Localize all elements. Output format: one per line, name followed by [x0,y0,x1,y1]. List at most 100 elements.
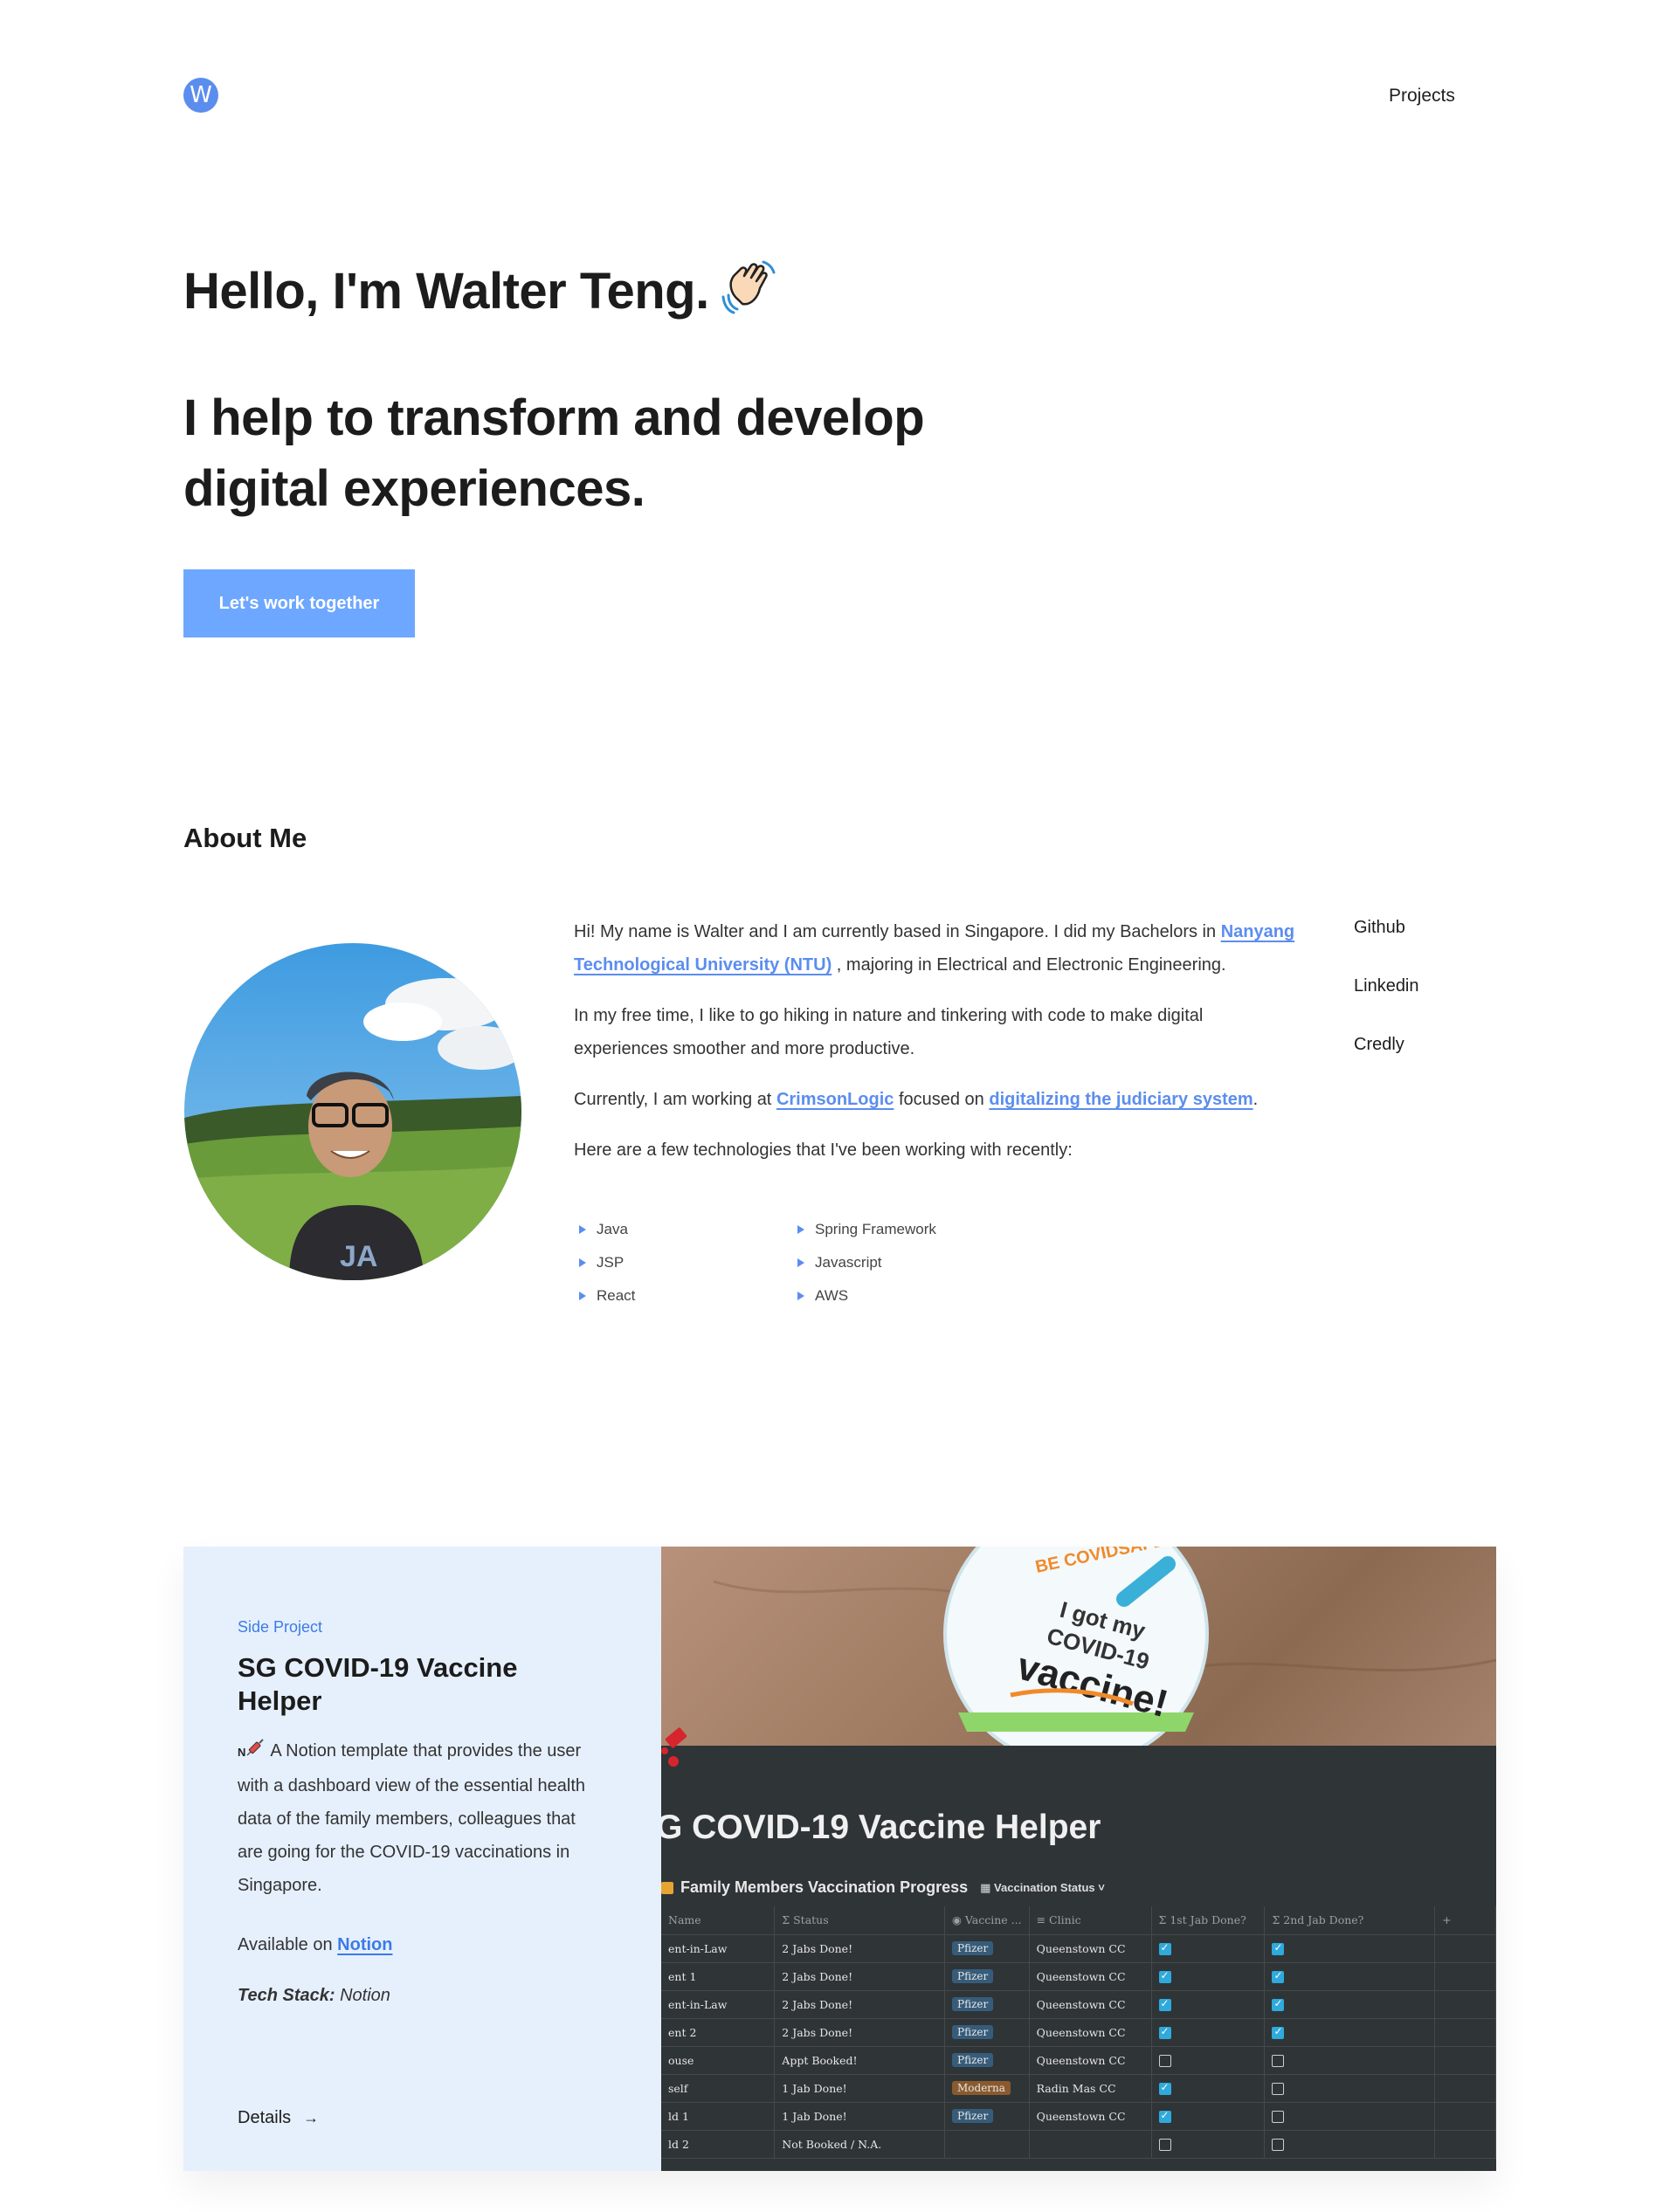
nav-projects-link[interactable]: Projects [1389,86,1455,107]
column-header: Name [661,1906,776,1935]
cell-jab2 [1264,2046,1436,2075]
cell-empty [1434,2102,1496,2131]
site-logo[interactable]: W [183,78,218,113]
cell-empty [1434,2130,1496,2159]
second-jab-checkbox[interactable] [1272,2054,1285,2067]
notion-link[interactable]: Notion [337,1935,392,1954]
project-label: Side Project [238,1618,323,1636]
notion-page-preview: G COVID-19 Vaccine Helper Family Members… [661,1727,1496,2171]
project-tech-stack: Tech Stack: Notion [238,1986,390,2006]
list-item: React [574,1284,792,1308]
first-jab-checkbox[interactable] [1158,2054,1171,2067]
about-p3-text: Currently, I am working at [574,1090,776,1109]
table-header-row: Name Σ Status ◉ Vaccine ... ≡ Clinic Σ 1… [661,1906,1496,1935]
about-p3-text-end: . [1253,1090,1259,1109]
linkedin-link[interactable]: Linkedin [1354,975,1419,996]
tech-label: React [597,1287,636,1304]
crimsonlogic-link[interactable]: CrimsonLogic [776,1090,894,1109]
cell-clinic: Queenstown CC [1029,1934,1152,1963]
cell-name: ld 2 [661,2130,776,2159]
cell-jab2 [1264,2018,1436,2047]
about-p1-text: Hi! My name is Walter and I am currently… [574,922,1221,941]
notion-table: Name Σ Status ◉ Vaccine ... ≡ Clinic Σ 1… [661,1906,1496,2159]
table-row: ld 11 Jab Done! Pfizer Queenstown CC [661,2102,1496,2131]
second-jab-checkbox[interactable] [1272,2110,1285,2123]
availability-text: Available on [238,1935,338,1954]
about-paragraph-2: In my free time, I like to go hiking in … [574,1006,1204,1058]
vaccine-badge-photo: BE COVIDSAFE I got my COVID-19 vaccine! [661,1547,1496,1746]
first-jab-checkbox[interactable] [1158,2138,1171,2151]
notion-page-title: G COVID-19 Vaccine Helper [661,1809,1101,1846]
table-row: ent-in-Law 2 Jabs Done! Pfizer Queenstown C… [661,1990,1496,2019]
column-header-text: 1st Jab Done? [1170,1913,1246,1927]
judiciary-link[interactable]: digitalizing the judiciary system [989,1090,1253,1109]
cell-empty [1434,2046,1496,2075]
tech-label: JSP [597,1254,625,1271]
cell-clinic [1029,2130,1152,2159]
cell-status: Appt Booked! [774,2046,946,2075]
second-jab-checkbox[interactable] [1272,1941,1285,1955]
triangle-bullet-icon [579,1225,586,1234]
project-description: NA Notion template that provides the use… [238,1734,604,1902]
vaccine-tag: Pfizer [952,1997,994,2011]
project-availability: Available on Notion [238,1935,392,1955]
cell-vaccine: Pfizer [944,1934,1030,1963]
vaccine-tag: Pfizer [952,1969,994,1983]
triangle-bullet-icon [797,1225,804,1234]
table-row: self 1 Jab Done! Moderna Radin Mas CC [661,2074,1496,2103]
cell-jab1 [1151,2102,1266,2131]
column-header-text: Vaccine ... [964,1913,1022,1927]
second-jab-checkbox[interactable] [1272,2138,1285,2151]
cell-clinic: Queenstown CC [1029,2102,1152,2131]
vaccine-tag: Pfizer [952,2053,994,2067]
cell-status: Not Booked / N.A. [774,2130,946,2159]
svg-text:JA: JA [340,1240,377,1273]
cell-jab2 [1264,2102,1436,2131]
column-header: Σ 2nd Jab Done? [1264,1906,1436,1935]
list-item: Spring Framework [792,1217,1011,1242]
github-link[interactable]: Github [1354,917,1419,938]
cell-jab2 [1264,2130,1436,2159]
cell-empty [1434,2074,1496,2103]
cell-clinic: Queenstown CC [1029,1990,1152,2019]
work-together-button[interactable]: Let's work together [183,569,415,637]
second-jab-checkbox[interactable] [1272,2082,1285,2095]
column-header: Σ 1st Jab Done? [1151,1906,1266,1935]
cell-clinic: Radin Mas CC [1029,2074,1152,2103]
first-jab-checkbox[interactable] [1158,2081,1171,2095]
cell-vaccine: Pfizer [944,2102,1030,2131]
about-paragraph-1: Hi! My name is Walter and I am currently… [574,915,1299,982]
cell-jab2 [1264,1962,1436,1991]
arrow-right-icon: → [303,2109,320,2126]
second-jab-checkbox[interactable] [1272,1969,1285,1983]
cell-empty [1434,2018,1496,2047]
db-view-label: Vaccination Status [994,1880,1095,1894]
cell-status: 1 Jab Done! [774,2102,946,2131]
project-details-link[interactable]: Details → [238,2108,319,2128]
tech-stack-label: Tech Stack: [238,1986,335,2005]
column-header-text: Clinic [1049,1913,1081,1927]
tech-label: Javascript [815,1254,882,1271]
tech-list: Java Spring Framework JSP Javascript Rea… [574,1217,1028,1308]
project-card-info: Side Project SG COVID-19 Vaccine Helper … [183,1547,661,2171]
notion-mini-logo: N [238,1746,246,1759]
first-jab-checkbox[interactable] [1158,1969,1171,1983]
first-jab-checkbox[interactable] [1158,1941,1171,1955]
first-jab-checkbox[interactable] [1158,1997,1171,2011]
cell-clinic: Queenstown CC [1029,2018,1152,2047]
credly-link[interactable]: Credly [1354,1034,1419,1055]
column-header-text: 2nd Jab Done? [1283,1913,1364,1927]
syringe-emoji-icon [661,1727,687,1767]
cell-jab1 [1151,1934,1266,1963]
about-heading: About Me [183,823,307,853]
second-jab-checkbox[interactable] [1272,1997,1285,2011]
second-jab-checkbox[interactable] [1272,2025,1285,2039]
cell-jab1 [1151,2130,1266,2159]
triangle-bullet-icon [579,1258,586,1267]
cell-jab2 [1264,2074,1436,2103]
cell-vaccine: Pfizer [944,2018,1030,2047]
first-jab-checkbox[interactable] [1158,2109,1171,2123]
syringe-icon [245,1735,265,1768]
column-header: + [1434,1906,1496,1935]
first-jab-checkbox[interactable] [1158,2025,1171,2039]
